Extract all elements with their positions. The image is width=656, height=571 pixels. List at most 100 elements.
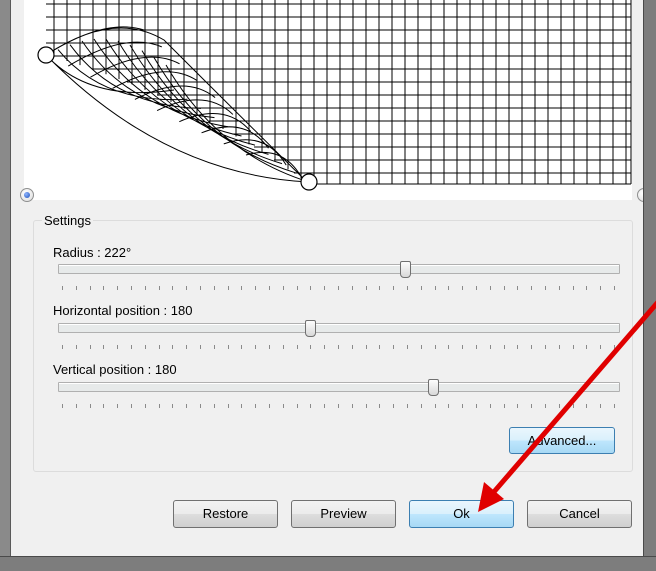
slider-tick bbox=[531, 345, 533, 349]
slider-tick bbox=[62, 345, 63, 349]
slider-tick bbox=[89, 404, 91, 408]
cancel-button[interactable]: Cancel bbox=[527, 500, 632, 528]
settings-group-title: Settings bbox=[42, 213, 93, 228]
slider-tick bbox=[545, 345, 546, 349]
slider-tick bbox=[545, 404, 546, 408]
slider-tick bbox=[476, 345, 477, 349]
slider-tick bbox=[227, 404, 229, 408]
slider-tick bbox=[586, 404, 588, 408]
slider-tick bbox=[89, 345, 91, 349]
slider-tick bbox=[103, 404, 105, 408]
slider-tick bbox=[476, 286, 477, 290]
slider-tick bbox=[89, 286, 91, 290]
slider-tick bbox=[420, 404, 422, 408]
slider-tick bbox=[186, 404, 188, 408]
slider-tick bbox=[600, 404, 602, 408]
curl-handle-top[interactable] bbox=[37, 46, 55, 64]
slider-tick bbox=[614, 345, 615, 349]
restore-button[interactable]: Restore bbox=[173, 500, 278, 528]
curl-handle-bottom[interactable] bbox=[300, 173, 318, 191]
slider-tick bbox=[227, 345, 229, 349]
radius-slider-thumb[interactable] bbox=[399, 261, 411, 278]
slider-tick bbox=[365, 404, 367, 408]
slider-tick bbox=[282, 345, 284, 349]
slider-tick bbox=[503, 345, 505, 349]
slider-tick bbox=[420, 286, 422, 290]
slider-tick bbox=[200, 404, 201, 408]
preview-button[interactable]: Preview bbox=[291, 500, 396, 528]
curl-preview-canvas bbox=[24, 0, 632, 200]
slider-tick bbox=[62, 404, 63, 408]
curl-left-radio[interactable] bbox=[20, 188, 34, 202]
slider-tick bbox=[338, 286, 339, 290]
vertical-slider-thumb[interactable] bbox=[427, 379, 439, 396]
slider-tick bbox=[448, 286, 450, 290]
slider-tick bbox=[434, 286, 436, 290]
advanced-button[interactable]: Advanced... bbox=[509, 427, 615, 454]
slider-tick bbox=[117, 404, 119, 408]
slider-tick bbox=[489, 286, 491, 290]
slider-tick bbox=[131, 286, 132, 290]
slider-tick bbox=[200, 345, 201, 349]
radius-label: Radius : 222° bbox=[53, 245, 132, 260]
slider-tick bbox=[379, 286, 381, 290]
slider-tick bbox=[158, 404, 160, 408]
slider-tick bbox=[586, 286, 588, 290]
vertical-slider-ticks bbox=[62, 404, 615, 410]
curl-mesh bbox=[45, 26, 310, 185]
slider-tick bbox=[324, 286, 326, 290]
slider-tick bbox=[75, 345, 77, 349]
vertical-position-label: Vertical position : 180 bbox=[53, 362, 177, 377]
slider-tick bbox=[393, 404, 395, 408]
slider-tick bbox=[379, 404, 381, 408]
slider-tick bbox=[186, 286, 188, 290]
slider-tick bbox=[503, 404, 505, 408]
slider-tick bbox=[172, 404, 174, 408]
slider-tick bbox=[379, 345, 381, 349]
slider-tick bbox=[172, 286, 174, 290]
horizontal-slider-ticks bbox=[62, 345, 615, 351]
slider-tick bbox=[393, 345, 395, 349]
slider-tick bbox=[213, 404, 215, 408]
slider-tick bbox=[158, 286, 160, 290]
horizontal-position-label: Horizontal position : 180 bbox=[53, 303, 193, 318]
slider-tick bbox=[600, 345, 602, 349]
slider-tick bbox=[282, 286, 284, 290]
slider-tick bbox=[462, 286, 464, 290]
slider-tick bbox=[75, 404, 77, 408]
slider-tick bbox=[200, 286, 201, 290]
slider-tick bbox=[144, 286, 146, 290]
slider-tick bbox=[255, 345, 257, 349]
vertical-slider-track[interactable] bbox=[58, 382, 620, 392]
slider-tick bbox=[227, 286, 229, 290]
slider-tick bbox=[572, 286, 574, 290]
radius-slider-track[interactable] bbox=[58, 264, 620, 274]
ok-button[interactable]: Ok bbox=[409, 500, 514, 528]
slider-tick bbox=[489, 404, 491, 408]
slider-tick bbox=[310, 286, 312, 290]
slider-tick bbox=[462, 404, 464, 408]
slider-tick bbox=[517, 345, 519, 349]
slider-tick bbox=[462, 345, 464, 349]
slider-tick bbox=[310, 404, 312, 408]
slider-tick bbox=[517, 404, 519, 408]
slider-tick bbox=[476, 404, 477, 408]
radio-selected-dot bbox=[24, 192, 30, 198]
slider-tick bbox=[296, 345, 298, 349]
slider-tick bbox=[600, 286, 602, 290]
slider-tick bbox=[448, 345, 450, 349]
slider-tick bbox=[407, 286, 408, 290]
slider-tick bbox=[407, 345, 408, 349]
window-frame-bottom bbox=[0, 556, 656, 571]
slider-tick bbox=[420, 345, 422, 349]
horizontal-slider-track[interactable] bbox=[58, 323, 620, 333]
slider-tick bbox=[517, 286, 519, 290]
horizontal-slider-thumb[interactable] bbox=[304, 320, 316, 337]
slider-tick bbox=[186, 345, 188, 349]
slider-tick bbox=[558, 345, 560, 349]
slider-tick bbox=[241, 404, 243, 408]
window-frame-left bbox=[0, 0, 11, 571]
slider-tick bbox=[558, 286, 560, 290]
slider-tick bbox=[434, 404, 436, 408]
slider-tick bbox=[407, 404, 408, 408]
